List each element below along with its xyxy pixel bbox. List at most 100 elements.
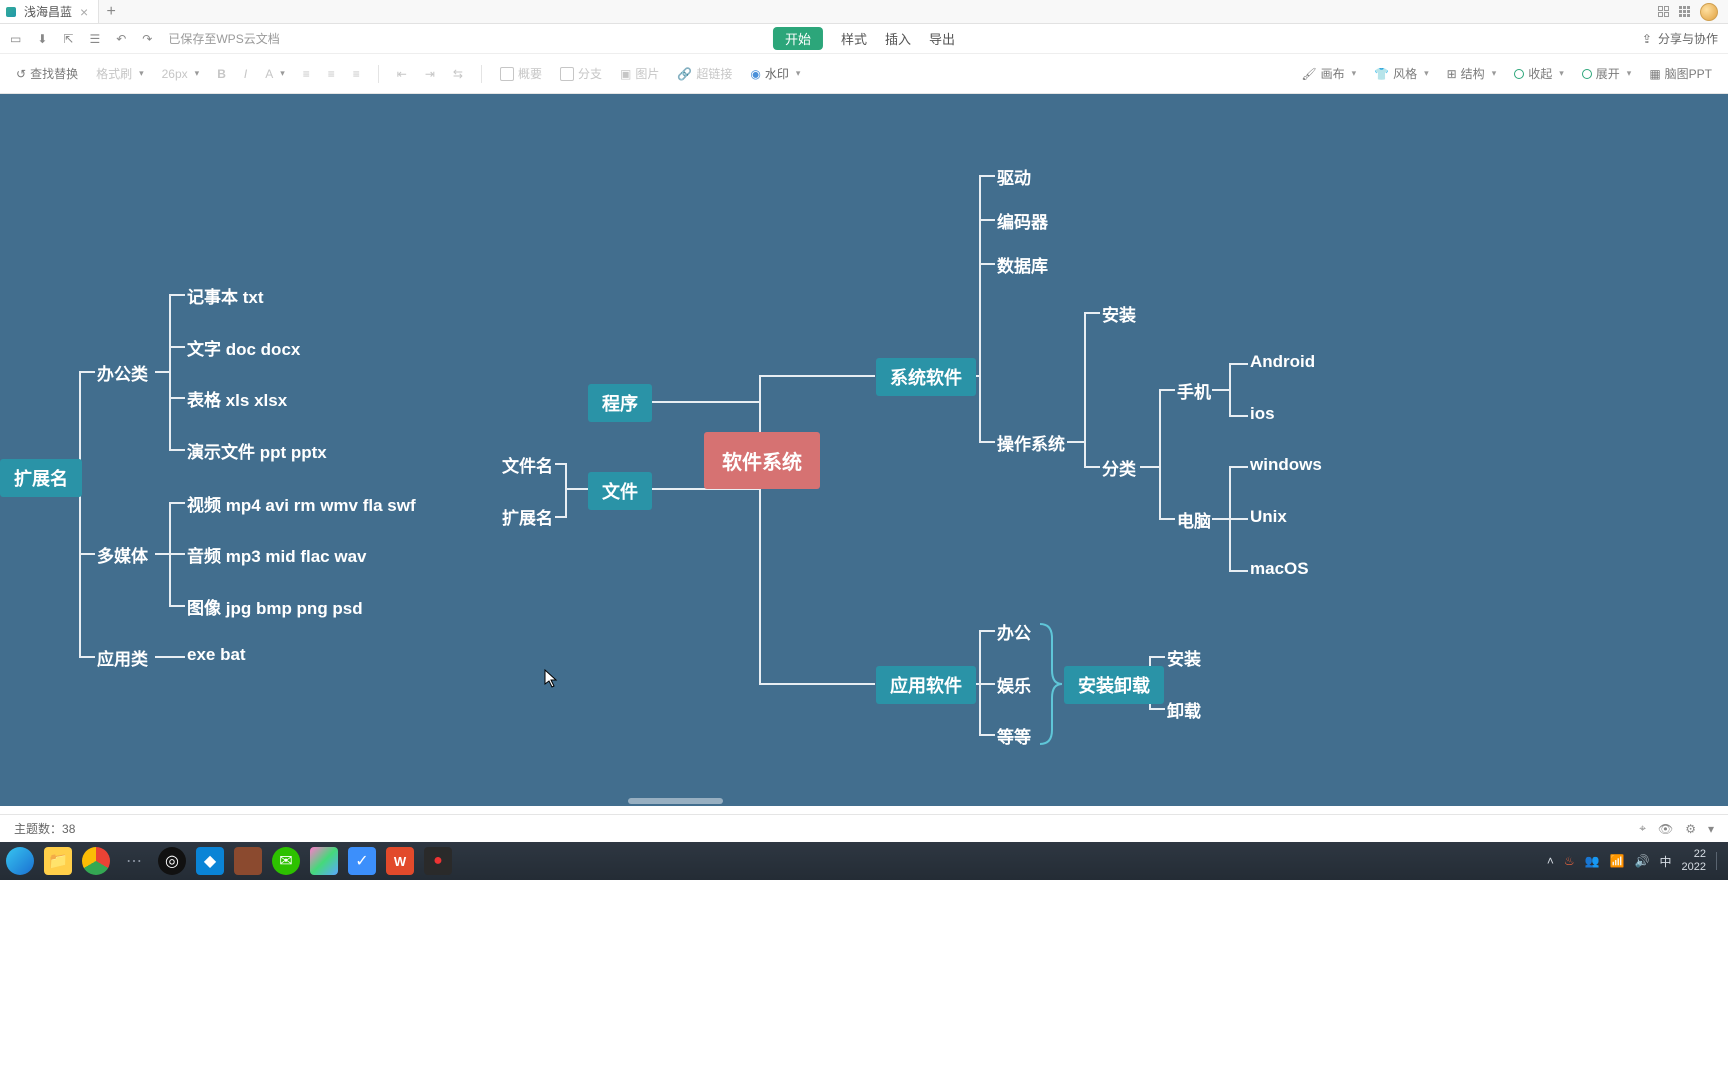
node-app-2[interactable]: 等等 (997, 723, 1031, 748)
indent-left-icon[interactable]: ⇤ (397, 67, 407, 81)
app-wechat[interactable]: ✉ (272, 847, 300, 875)
node-sys-soft[interactable]: 系统软件 (876, 358, 976, 396)
app-explorer[interactable]: 📁 (44, 847, 72, 875)
outdent-icon[interactable]: ⇆ (453, 67, 463, 81)
node-root[interactable]: 软件系统 (704, 432, 820, 489)
theme-style-button[interactable]: 👕 风格 (1374, 65, 1429, 82)
node-file-ext[interactable]: 扩展名 (502, 504, 553, 529)
font-size-select[interactable]: 26px (162, 67, 200, 81)
document-tab[interactable]: 浅海昌蓝 × (0, 0, 99, 23)
align-right-icon[interactable]: ≡ (353, 67, 360, 81)
tray-clock[interactable]: 22 2022 (1682, 848, 1706, 873)
share-button[interactable]: 分享与协作 (1658, 30, 1718, 47)
node-os-install[interactable]: 安装 (1102, 301, 1136, 326)
bold-button[interactable]: B (217, 67, 226, 81)
download-icon[interactable]: ⬇ (37, 32, 47, 46)
node-appgroup-0[interactable]: exe bat (187, 645, 246, 665)
node-media-group[interactable]: 多媒体 (97, 542, 148, 567)
node-pc[interactable]: 电脑 (1177, 507, 1211, 532)
app-todo[interactable]: ✓ (348, 847, 376, 875)
menu-insert[interactable]: 插入 (885, 29, 911, 48)
structure-button[interactable]: ⊞ 结构 (1447, 65, 1497, 82)
node-pc-2[interactable]: macOS (1250, 559, 1309, 579)
app-edge[interactable] (6, 847, 34, 875)
node-mobile-0[interactable]: Android (1250, 352, 1315, 372)
app-vscode[interactable]: ◆ (196, 847, 224, 875)
avatar[interactable] (1700, 3, 1718, 21)
layout-icon[interactable] (1658, 6, 1669, 17)
format-brush-button[interactable]: 格式刷 (96, 65, 144, 82)
tray-ime[interactable]: 中 (1660, 853, 1672, 870)
settings-icon[interactable]: ⚙ (1685, 822, 1696, 836)
node-sys-2[interactable]: 数据库 (997, 252, 1048, 277)
node-mobile-1[interactable]: ios (1250, 404, 1275, 424)
app-chrome[interactable] (82, 847, 110, 875)
picture-button[interactable]: ▣ 图片 (620, 65, 659, 82)
apps-grid-icon[interactable] (1679, 6, 1690, 17)
menu-export[interactable]: 导出 (929, 29, 955, 48)
node-pc-1[interactable]: Unix (1250, 507, 1287, 527)
tray-people-icon[interactable]: 👥 (1585, 854, 1600, 868)
menu-start[interactable]: 开始 (773, 27, 823, 50)
link-button[interactable]: 🔗 超链接 (677, 65, 732, 82)
node-pc-0[interactable]: windows (1250, 455, 1322, 475)
mindmap-canvas[interactable]: 软件系统 程序 文件 文件名 扩展名 扩展名 办公类 记事本 txt 文字 do… (0, 94, 1728, 806)
tray-security-icon[interactable]: ♨ (1564, 854, 1575, 868)
node-file[interactable]: 文件 (588, 472, 652, 510)
app-generic2[interactable] (234, 847, 262, 875)
locate-icon[interactable]: ⌖ (1639, 821, 1646, 836)
node-sys-3[interactable]: 操作系统 (997, 430, 1065, 455)
node-appgroup[interactable]: 应用类 (97, 645, 148, 670)
node-os-cat[interactable]: 分类 (1102, 455, 1136, 480)
redo-icon[interactable]: ↷ (142, 32, 152, 46)
node-mobile[interactable]: 手机 (1177, 378, 1211, 403)
scrollbar-thumb[interactable] (628, 798, 723, 804)
find-replace-button[interactable]: ↺ 查找替换 (16, 65, 78, 82)
app-wps[interactable]: W (386, 847, 414, 875)
app-generic1[interactable]: ⋯ (120, 847, 148, 875)
menu-style[interactable]: 样式 (841, 29, 867, 48)
collapse-button[interactable]: 收起 (1514, 65, 1564, 82)
tray-notifications-icon[interactable] (1716, 852, 1722, 870)
tab-close-icon[interactable]: × (80, 5, 88, 19)
tray-chevron-up-icon[interactable]: ˄ (1547, 854, 1554, 868)
tab-add-button[interactable]: + (99, 3, 123, 21)
summary-button[interactable]: 概要 (500, 65, 542, 82)
eye-icon[interactable]: 👁 (1658, 822, 1673, 836)
chevron-down-icon[interactable]: ▾ (1708, 822, 1714, 836)
align-left-icon[interactable]: ≡ (303, 67, 310, 81)
node-program[interactable]: 程序 (588, 384, 652, 422)
node-media-2[interactable]: 图像 jpg bmp png psd (187, 594, 363, 619)
app-obs[interactable]: ◎ (158, 847, 186, 875)
node-iu-1[interactable]: 卸载 (1167, 697, 1201, 722)
save-icon[interactable]: ▭ (10, 32, 21, 46)
undo-icon[interactable]: ↶ (116, 32, 126, 46)
app-record[interactable]: ● (424, 847, 452, 875)
app-generic3[interactable] (310, 847, 338, 875)
filter-icon[interactable]: ☰ (89, 32, 100, 46)
italic-button[interactable]: I (244, 67, 247, 81)
node-office-1[interactable]: 文字 doc docx (187, 335, 300, 360)
font-color-button[interactable]: A (265, 67, 285, 81)
node-app-1[interactable]: 娱乐 (997, 672, 1031, 697)
subtopic-button[interactable]: 分支 (560, 65, 602, 82)
canvas-style-button[interactable]: 🖌 画布 (1301, 65, 1356, 82)
node-ext-box[interactable]: 扩展名 (0, 459, 82, 497)
mind-ppt-button[interactable]: ▦ 脑图PPT (1649, 65, 1712, 82)
node-office-3[interactable]: 演示文件 ppt pptx (187, 438, 327, 463)
tray-volume-icon[interactable]: 🔊 (1635, 854, 1650, 868)
node-media-1[interactable]: 音频 mp3 mid flac wav (187, 542, 367, 567)
node-media-0[interactable]: 视频 mp4 avi rm wmv fla swf (187, 491, 416, 516)
node-sys-1[interactable]: 编码器 (997, 208, 1048, 233)
export-icon[interactable]: ⇱ (63, 32, 73, 46)
node-app-soft[interactable]: 应用软件 (876, 666, 976, 704)
node-app-0[interactable]: 办公 (997, 619, 1031, 644)
watermark-button[interactable]: ◉ 水印 (750, 65, 800, 82)
node-install-uninstall[interactable]: 安装卸载 (1064, 666, 1164, 704)
node-office-group[interactable]: 办公类 (97, 360, 148, 385)
node-office-0[interactable]: 记事本 txt (187, 283, 264, 308)
node-filename[interactable]: 文件名 (502, 452, 553, 477)
node-sys-0[interactable]: 驱动 (997, 164, 1031, 189)
expand-button[interactable]: 展开 (1582, 65, 1632, 82)
node-office-2[interactable]: 表格 xls xlsx (187, 386, 287, 411)
